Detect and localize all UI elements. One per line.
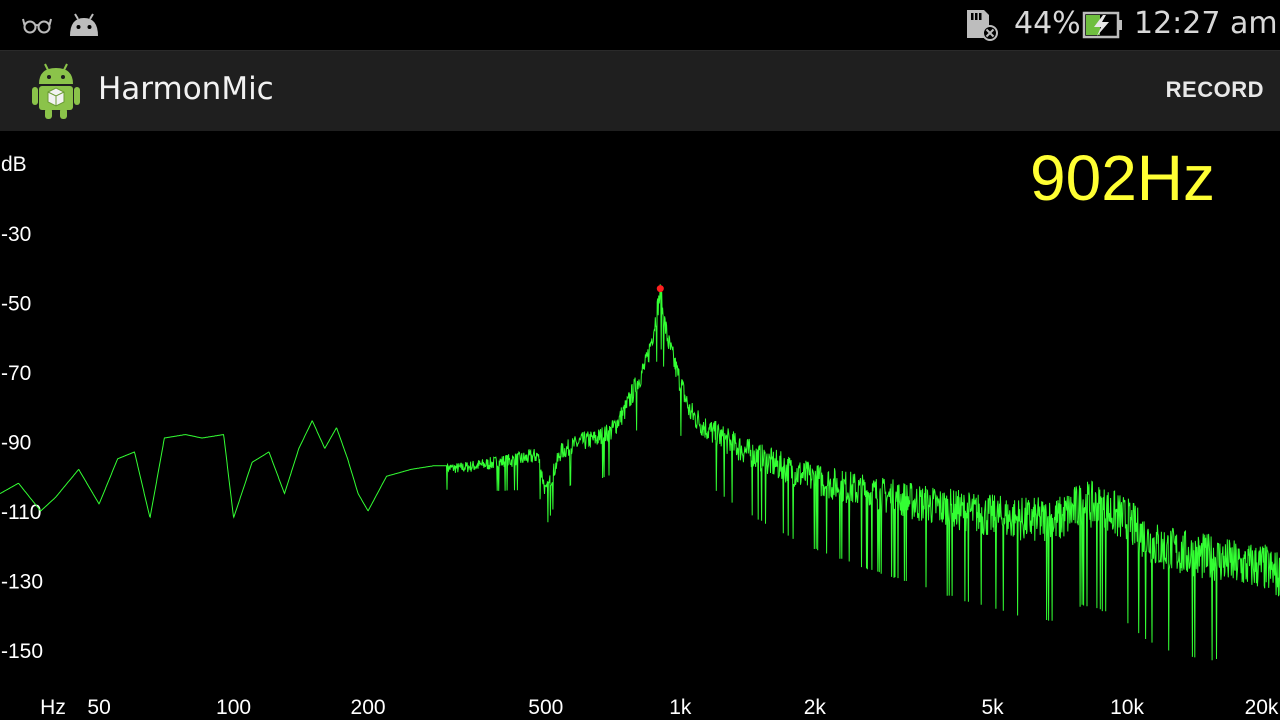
x-tick-label: 20k [1245,696,1279,719]
peak-frequency-readout: 902Hz [1030,142,1215,214]
battery-charging-icon [1082,11,1122,39]
glasses-icon [22,18,52,34]
peak-layer [656,285,664,293]
status-bar: 44% 12:27 am [0,0,1280,50]
x-tick-label: 100 [216,696,251,719]
x-tick-label: 50 [87,696,110,719]
spectrum-line [0,284,1280,661]
x-tick-label: 5k [981,696,1004,719]
x-tick-label: 1k [669,696,692,719]
y-tick-label: -50 [1,293,31,316]
x-tick-label: 2k [804,696,827,719]
app-title: HarmonMic [98,71,274,107]
y-tick-label: -90 [1,432,31,455]
x-tick-label: 10k [1110,696,1144,719]
y-tick-label: -130 [1,571,43,594]
spectrum-series [0,284,1280,661]
x-axis-labels: Hz 50 100 200 500 1k 2k 5k 10k 20k [40,696,1279,719]
x-axis-title: Hz [40,696,66,719]
y-tick-label: -70 [1,362,31,385]
y-axis-title: dB [1,153,27,176]
spectrum-chart: dB-30-50-70-90-110-130-150 Hz 50 100 200 500… [0,153,1280,719]
y-axis-labels: dB-30-50-70-90-110-130-150 [1,153,43,663]
spectrum-analyzer: dB -30 -50 -70 -90 -110 -130 -150 Hz 50 100 200 500… [0,131,1280,720]
android-notification-icon [70,13,98,36]
action-bar: HarmonMic RECORD [0,50,1280,131]
record-button[interactable]: RECORD [1166,77,1264,103]
clock: 12:27 am [1134,6,1278,41]
y-tick-label: -150 [1,640,43,663]
y-tick-label: -30 [1,223,31,246]
sdcard-error-icon [967,10,998,41]
peak-marker [656,285,664,293]
battery-percent: 44% [1014,6,1081,41]
x-tick-label: 500 [528,696,563,719]
x-tick-label: 200 [351,696,386,719]
android-robot-icon [32,63,80,119]
